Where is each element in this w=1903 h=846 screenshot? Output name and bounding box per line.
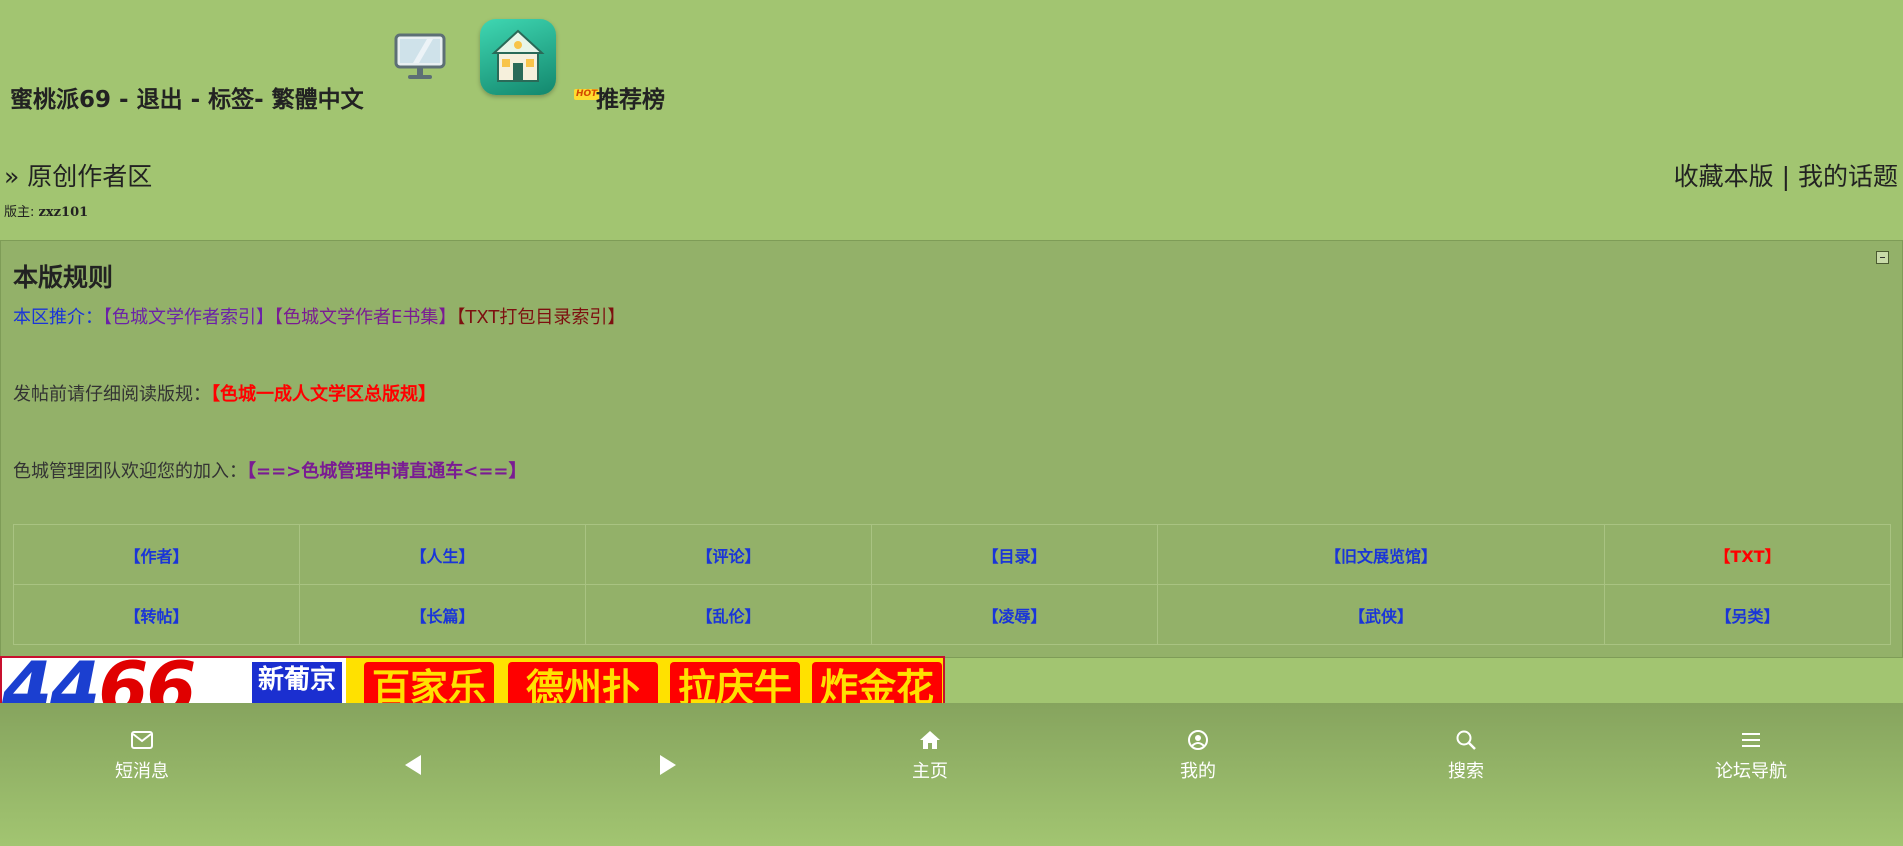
envelope-icon (72, 725, 212, 755)
category-review[interactable]: 【评论】 (585, 524, 872, 585)
rank-link[interactable]: 推荐榜 (596, 80, 665, 114)
nav-home-label: 主页 (912, 761, 948, 782)
nav-mine-label: 我的 (1180, 761, 1216, 782)
banner-tile: 炸金花 (812, 662, 942, 703)
search-icon (1396, 725, 1536, 755)
category-repost[interactable]: 【转帖】 (13, 584, 300, 645)
apply-link[interactable]: 【==>色城管理申请直通车<==】 (247, 461, 527, 482)
favorite-forum-link[interactable]: 收藏本版 (1674, 162, 1774, 191)
category-author[interactable]: 【作者】 (13, 524, 300, 585)
nav-mine[interactable]: 我的 (1128, 725, 1268, 783)
moderator-label: 版主: (4, 205, 39, 220)
forward-arrow-icon[interactable] (648, 745, 688, 785)
bottom-nav: 短消息 主页 我的 搜索 论坛导航 (0, 703, 1903, 846)
nav-messages[interactable]: 短消息 (72, 725, 212, 783)
read-prefix: 发帖前请仔细阅读版规： (13, 384, 211, 405)
moderator-info: 版主: zxz101 (4, 201, 88, 220)
category-incest[interactable]: 【乱伦】 (585, 584, 872, 645)
back-arrow-icon[interactable] (393, 745, 433, 785)
top-bar: 蜜桃派69 - 退出 - 标签- 繁體中文 HOT 推荐榜 (0, 0, 1903, 115)
user-circle-icon (1128, 725, 1268, 755)
nav-forum[interactable]: 论坛导航 (1681, 725, 1821, 783)
separator: | (1781, 162, 1791, 191)
recommend-prefix: 本区推介： (13, 307, 103, 328)
join-prefix: 色城管理团队欢迎您的加入： (13, 461, 247, 482)
menu-icon (1681, 725, 1821, 755)
category-txt[interactable]: 【TXT】 (1604, 524, 1891, 585)
site-title-links[interactable]: 蜜桃派69 - 退出 - 标签- 繁體中文 (10, 80, 364, 114)
banner-tile: 百家乐 (364, 662, 494, 703)
category-long[interactable]: 【长篇】 (299, 584, 586, 645)
ebook-collection-link[interactable]: 【色城文学作者E书集】 (274, 307, 456, 328)
banner-brand: 新葡京 (252, 662, 342, 703)
banner-number: 4466 (2, 656, 196, 705)
forum-rules-panel: 本版规则 本区推介：【色城文学作者索引】【色城文学作者E书集】【TXT打包目录索… (0, 240, 1903, 658)
forum-actions: 收藏本版 | 我的话题 (1674, 157, 1898, 193)
category-row: 【转帖】 【长篇】 【乱伦】 【凌辱】 【武侠】 【另类】 (13, 584, 1891, 645)
house-app-icon[interactable] (480, 19, 556, 95)
nav-search-label: 搜索 (1448, 761, 1484, 782)
nav-messages-label: 短消息 (115, 761, 169, 782)
rules-title: 本版规则 (13, 263, 114, 292)
collapse-icon[interactable] (1876, 251, 1889, 264)
banner-games: 百家乐 德州扑克 拉庆牛牛 炸金花 (346, 658, 943, 703)
author-index-link[interactable]: 【色城文学作者索引】 (103, 307, 274, 328)
nav-home[interactable]: 主页 (860, 725, 1000, 783)
category-life[interactable]: 【人生】 (299, 524, 586, 585)
my-topics-link[interactable]: 我的话题 (1798, 162, 1898, 191)
category-catalog[interactable]: 【目录】 (871, 524, 1158, 585)
nav-search[interactable]: 搜索 (1396, 725, 1536, 783)
recommend-line: 本区推介：【色城文学作者索引】【色城文学作者E书集】【TXT打包目录索引】 (13, 303, 625, 329)
category-wuxia[interactable]: 【武侠】 (1157, 584, 1605, 645)
general-rules-link[interactable]: 【色城一成人文学区总版规】 (211, 384, 436, 405)
category-archive[interactable]: 【旧文展览馆】 (1157, 524, 1605, 585)
moderator-name[interactable]: zxz101 (39, 205, 89, 220)
ad-banner[interactable]: 4466 新葡京 百家乐 德州扑克 拉庆牛牛 炸金花 (0, 656, 945, 705)
join-line: 色城管理团队欢迎您的加入：【==>色城管理申请直通车<==】 (13, 457, 527, 483)
breadcrumb[interactable]: » 原创作者区 (4, 157, 152, 193)
monitor-icon[interactable] (393, 30, 447, 84)
category-row: 【作者】 【人生】 【评论】 【目录】 【旧文展览馆】 【TXT】 (13, 524, 1891, 585)
category-table: 【作者】 【人生】 【评论】 【目录】 【旧文展览馆】 【TXT】 【转帖】 【… (13, 524, 1891, 645)
read-rules-line: 发帖前请仔细阅读版规：【色城一成人文学区总版规】 (13, 380, 436, 406)
category-other[interactable]: 【另类】 (1604, 584, 1891, 645)
banner-tile: 德州扑克 (508, 662, 658, 703)
txt-index-link[interactable]: 【TXT打包目录索引】 (456, 307, 625, 328)
category-humiliation[interactable]: 【凌辱】 (871, 584, 1158, 645)
nav-forum-label: 论坛导航 (1715, 761, 1787, 782)
home-icon (860, 725, 1000, 755)
banner-tile: 拉庆牛牛 (670, 662, 800, 703)
